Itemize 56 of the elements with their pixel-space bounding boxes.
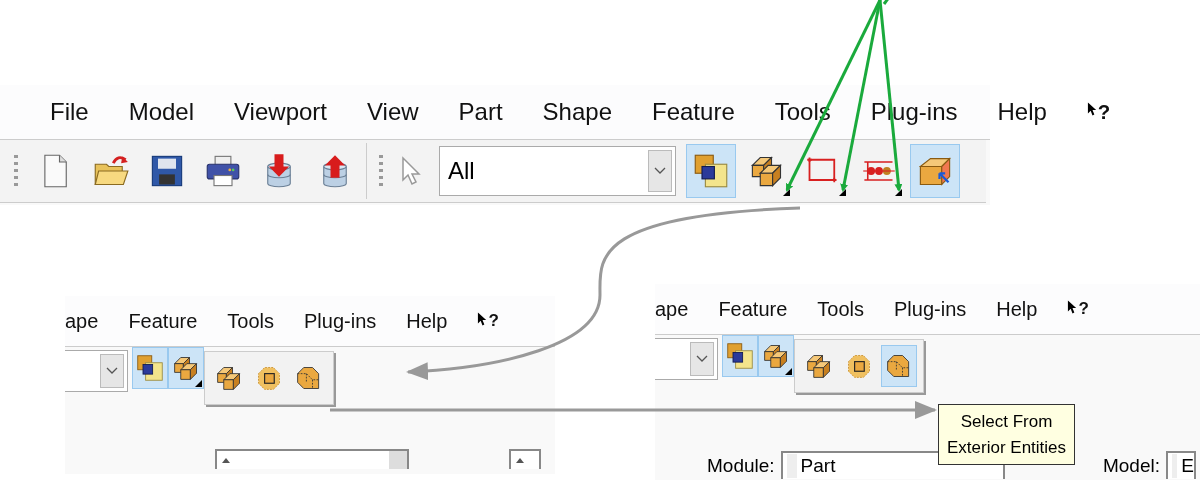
dropdown-marker-icon	[783, 189, 790, 196]
cursor-icon	[477, 311, 489, 327]
menu-item[interactable]: ape	[65, 309, 99, 333]
tooltip: Select From Exterior Entities	[938, 404, 1076, 465]
spin-field[interactable]	[509, 449, 541, 469]
overlapping-squares-icon	[726, 342, 754, 370]
menu-item[interactable]: Feature	[652, 98, 735, 126]
boxes-icon	[805, 352, 833, 380]
boxes-button[interactable]	[758, 335, 794, 377]
context-help-button[interactable]: ?	[1067, 299, 1089, 319]
menu-item[interactable]: Model	[128, 98, 195, 126]
menu-item[interactable]: Part	[458, 98, 503, 126]
field-label: Model:	[1102, 455, 1160, 478]
hidden-edge-box-button[interactable]	[881, 345, 917, 387]
selection-filter-dropdown[interactable]: All	[439, 146, 676, 196]
dropdown-marker-icon	[895, 189, 902, 196]
cursor-icon	[1086, 100, 1098, 117]
dropdown-marker-icon	[839, 189, 846, 196]
menu-item[interactable]: Feature	[128, 309, 198, 333]
menu-item[interactable]: Help	[997, 98, 1047, 126]
menu-item[interactable]: Plug-ins	[894, 297, 967, 321]
printer-icon	[205, 153, 241, 189]
menu-item[interactable]: File	[50, 98, 89, 126]
spin-field[interactable]	[215, 449, 409, 469]
chevron-down-icon	[696, 355, 708, 363]
menu-item[interactable]: Help	[406, 309, 448, 333]
field-label: Module:	[707, 455, 775, 478]
chevron-down-icon	[106, 367, 118, 375]
menu-item[interactable]: Tools	[227, 309, 274, 333]
menu-item[interactable]: Tools	[817, 297, 864, 321]
overlapping-squares-icon	[136, 354, 164, 382]
boxes-icon	[215, 364, 243, 392]
menu-item[interactable]: Shape	[542, 98, 612, 126]
boxes-icon	[762, 342, 790, 370]
model-field[interactable]: E	[1166, 451, 1196, 479]
overlapping-squares-button[interactable]	[686, 144, 736, 198]
box-arrow-button[interactable]	[910, 144, 960, 198]
toolbar-grip[interactable]	[14, 155, 18, 187]
boxes-button[interactable]	[168, 347, 204, 389]
toolbar-grip[interactable]	[379, 155, 383, 187]
dashed-box-icon	[845, 352, 873, 380]
menu-item[interactable]: Feature	[718, 297, 788, 321]
context-help-button[interactable]: ?	[1086, 100, 1111, 124]
cursor-icon	[1067, 299, 1079, 315]
chevron-down-icon	[654, 167, 666, 175]
menu-item[interactable]: Viewport	[234, 98, 327, 126]
boxes-icon	[172, 354, 200, 382]
menu-item[interactable]: Help	[996, 297, 1038, 321]
overlapping-squares-button[interactable]	[132, 347, 168, 389]
menu-item[interactable]: ape	[655, 297, 689, 321]
menu-item[interactable]: Plug-ins	[304, 309, 377, 333]
menu-item[interactable]: View	[367, 98, 419, 126]
context-help-button[interactable]: ?	[477, 311, 499, 331]
overlapping-squares-icon	[693, 153, 729, 189]
overlapping-squares-button[interactable]	[722, 335, 758, 377]
dashed-box-icon	[255, 364, 283, 392]
